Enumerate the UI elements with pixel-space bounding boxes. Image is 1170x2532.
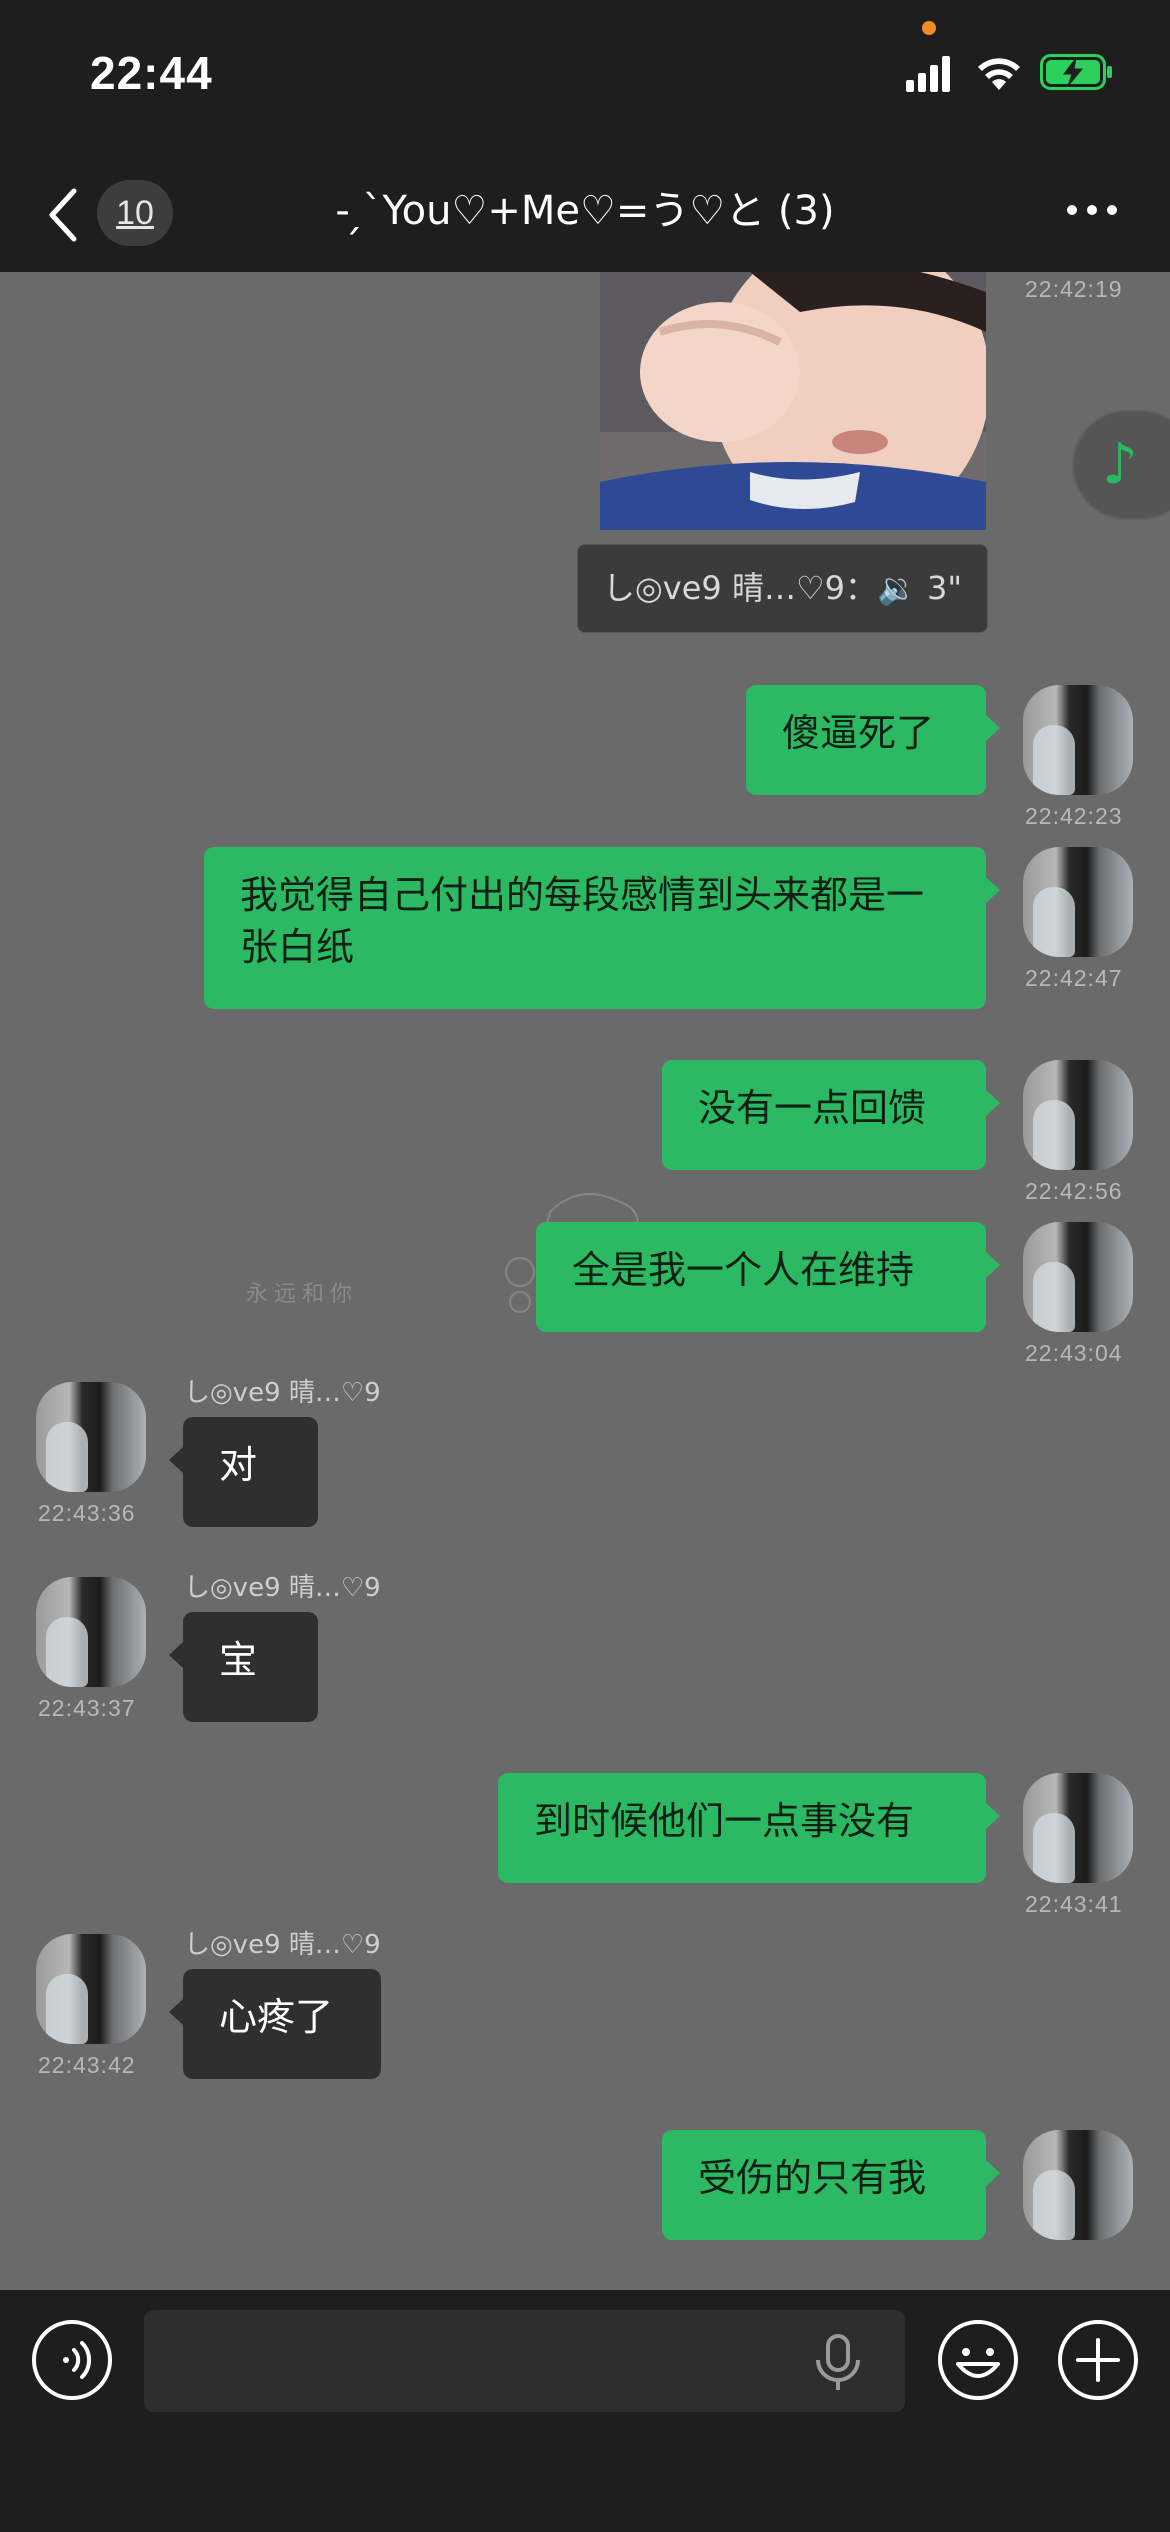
unread-count-badge[interactable]: 10 <box>97 180 173 246</box>
message-bubble-self[interactable]: 到时候他们一点事没有 <box>498 1773 1000 1883</box>
message-bubble-self[interactable]: 我觉得自己付出的每段感情到头来都是一张白纸 <box>204 847 1000 1009</box>
message-text-input[interactable] <box>144 2310 905 2412</box>
message-time: 22:43:04 <box>1025 1340 1123 1366</box>
message-time: 22:42:47 <box>1025 965 1123 991</box>
message-bubble-self[interactable]: 傻逼死了 <box>746 685 1000 795</box>
privacy-indicator-dot <box>922 21 936 35</box>
avatar-self[interactable] <box>1023 847 1133 957</box>
voice-icon[interactable] <box>30 2318 114 2402</box>
chat-header: 10 - ̗`You♡+Me♡=う♡と (3) <box>0 145 1170 272</box>
back-icon[interactable] <box>44 185 84 245</box>
status-time: 22:44 <box>90 47 213 99</box>
battery-charging-icon <box>1040 54 1112 90</box>
avatar-self[interactable] <box>1023 1060 1133 1170</box>
cellular-signal-icon <box>906 56 950 92</box>
sender-name: し◎ve9 晴…♡9 <box>184 1930 381 1960</box>
avatar-other[interactable] <box>36 1934 146 2044</box>
message-time: 22:43:42 <box>38 2052 136 2078</box>
message-bubble-self[interactable]: 全是我一个人在维持 <box>536 1222 1000 1332</box>
chat-title[interactable]: - ̗`You♡+Me♡=う♡と (3) <box>200 181 970 241</box>
message-time: 22:42:23 <box>1025 803 1123 829</box>
message-input-bar <box>0 2290 1170 2532</box>
sticker-image[interactable] <box>600 272 986 530</box>
message-list[interactable]: 永远和你 22:42:19 し◎ve9 晴…♡9：🔉 3" ♪ 傻逼死了 22:… <box>0 272 1170 2290</box>
music-player-tab[interactable]: ♪ <box>1074 412 1170 518</box>
avatar-self[interactable] <box>1023 2130 1133 2240</box>
message-bubble-self[interactable]: 受伤的只有我 <box>662 2130 1000 2240</box>
wifi-icon <box>978 58 1020 90</box>
avatar-self[interactable] <box>1023 1222 1133 1332</box>
message-time: 22:43:36 <box>38 1500 136 1526</box>
sender-name: し◎ve9 晴…♡9 <box>184 1573 381 1603</box>
music-note-icon: ♪ <box>1102 432 1138 497</box>
mic-icon[interactable] <box>812 2334 864 2392</box>
message-time: 22:42:56 <box>1025 1178 1123 1204</box>
plus-icon[interactable] <box>1056 2318 1140 2402</box>
message-bubble-other[interactable]: 宝 <box>169 1612 318 1722</box>
message-time: 22:43:41 <box>1025 1891 1123 1917</box>
message-time: 22:42:19 <box>1025 276 1123 302</box>
message-bubble-other[interactable]: 对 <box>169 1417 318 1527</box>
wallpaper-text: 永远和你 <box>246 1282 359 1307</box>
avatar-self[interactable] <box>1023 685 1133 795</box>
more-icon[interactable] <box>1066 203 1118 217</box>
message-bubble-self[interactable]: 没有一点回馈 <box>662 1060 1000 1170</box>
avatar-other[interactable] <box>36 1577 146 1687</box>
message-bubble-other[interactable]: 心疼了 <box>169 1969 381 2079</box>
avatar-self[interactable] <box>1023 1773 1133 1883</box>
status-bar: 22:44 <box>0 0 1170 145</box>
quoted-voice-message[interactable]: し◎ve9 晴…♡9：🔉 3" <box>577 544 988 633</box>
message-time: 22:43:37 <box>38 1695 136 1721</box>
avatar-other[interactable] <box>36 1382 146 1492</box>
sender-name: し◎ve9 晴…♡9 <box>184 1378 381 1408</box>
emoji-icon[interactable] <box>936 2318 1020 2402</box>
